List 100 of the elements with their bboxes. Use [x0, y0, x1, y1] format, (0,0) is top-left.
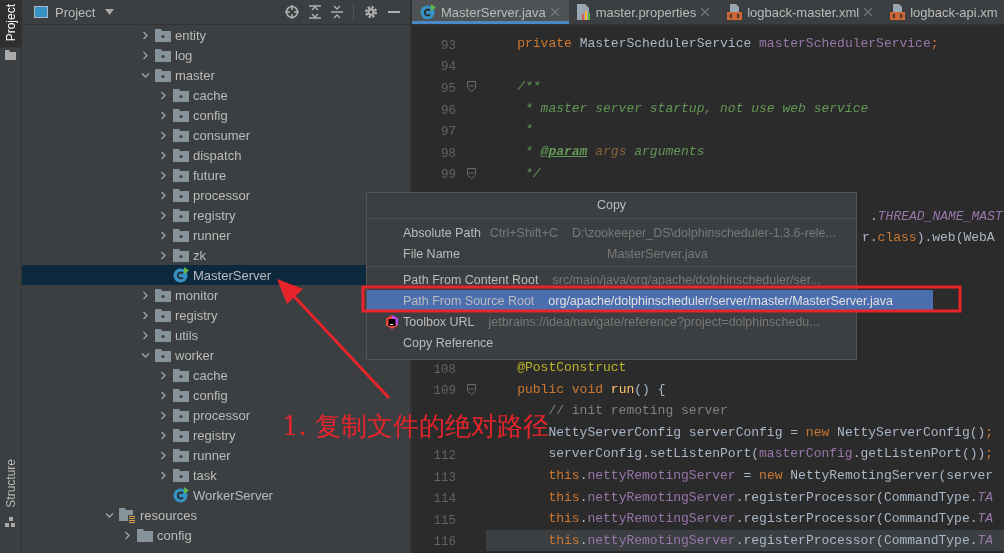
tree-item[interactable]: registry: [155, 307, 218, 323]
fold-marker-icon[interactable]: [466, 167, 476, 179]
chevron-right-icon[interactable]: [158, 170, 169, 180]
chevron-right-icon[interactable]: [140, 30, 151, 40]
close-icon[interactable]: [701, 8, 710, 16]
tree-item[interactable]: MasterServer: [173, 267, 272, 283]
tree-item[interactable]: dispatch: [173, 147, 242, 163]
chevron-right-icon[interactable]: [158, 210, 169, 220]
crosshair-icon[interactable]: [285, 5, 299, 19]
chevron-right-icon[interactable]: [140, 290, 151, 300]
tree-item[interactable]: consumer: [173, 127, 251, 143]
chevron-down-icon[interactable]: [140, 70, 151, 80]
tree-item[interactable]: config: [173, 387, 228, 403]
tree-item[interactable]: worker: [155, 347, 214, 363]
annotation-text: 1. 复制文件的绝对路径: [282, 411, 550, 443]
menu-item[interactable]: Path From Content Root src/main/java/org/apache/dolphinscheduler/ser...: [367, 269, 856, 290]
tree-item[interactable]: utils: [155, 327, 199, 343]
code-line: this.nettyRemotingServer.registerProcessor(CommandType.TA: [548, 510, 994, 529]
tree-item[interactable]: runner: [173, 447, 231, 463]
chevron-right-icon[interactable]: [158, 230, 169, 240]
package-folder-icon: [173, 428, 189, 442]
tree-item[interactable]: entity: [155, 27, 207, 43]
editor-tab[interactable]: master.properties: [568, 0, 720, 24]
tree-item[interactable]: zk: [173, 247, 206, 263]
tree-item[interactable]: config: [173, 107, 228, 123]
tree-item[interactable]: task: [173, 467, 217, 483]
class-icon: [173, 267, 189, 283]
package-folder-icon: [173, 148, 189, 162]
code-line: .THREAD_NAME_MAST: [870, 207, 1003, 226]
window-icon: [34, 6, 48, 18]
line-number: 113: [433, 470, 456, 485]
chevron-right-icon[interactable]: [158, 370, 169, 380]
class-icon: [420, 4, 436, 20]
tree-item[interactable]: master: [155, 67, 215, 83]
chevron-right-icon[interactable]: [158, 90, 169, 100]
tree-item[interactable]: registry: [173, 207, 236, 223]
tree-item[interactable]: cache: [173, 87, 228, 103]
settings-icon[interactable]: [364, 5, 378, 19]
fold-marker-icon[interactable]: [466, 383, 476, 395]
editor-tab[interactable]: logback-master.xml: [719, 0, 883, 24]
menu-item[interactable]: Path From Source Root org/apache/dolphinscheduler/server/master/MasterServer.java: [367, 290, 933, 311]
chevron-right-icon[interactable]: [158, 430, 169, 440]
tree-item[interactable]: processor: [173, 407, 251, 423]
chevron-right-icon[interactable]: [158, 470, 169, 480]
close-icon[interactable]: [864, 8, 873, 16]
chevron-right-icon[interactable]: [140, 50, 151, 60]
menu-item[interactable]: Absolute Path Ctrl+Shift+C D:\zookeeper_DS\dolphinscheduler-1.3.6-rele...: [367, 222, 856, 243]
chevron-right-icon[interactable]: [140, 310, 151, 320]
chevron-right-icon[interactable]: [158, 190, 169, 200]
tree-item[interactable]: log: [155, 47, 193, 63]
chevron-right-icon[interactable]: [158, 130, 169, 140]
minimize-icon[interactable]: [388, 10, 400, 14]
tree-item[interactable]: config: [137, 527, 192, 543]
package-folder-icon: [173, 388, 189, 402]
menu-item[interactable]: Toolbox URL jetbrains://idea/navigate/reference?project=dolphinschedu...: [367, 311, 856, 332]
line-number: 93: [441, 38, 456, 53]
package-folder-icon: [155, 28, 171, 42]
menu-item[interactable]: Copy Reference: [367, 332, 856, 353]
code-line: this.nettyRemotingServer = new NettyRemotingServer(server: [548, 466, 994, 485]
fold-marker-icon[interactable]: [466, 81, 476, 93]
chevron-right-icon[interactable]: [158, 110, 169, 120]
properties-file-icon: [576, 4, 591, 20]
tree-item[interactable]: WorkerServer: [173, 487, 273, 503]
tree-item[interactable]: runner: [173, 227, 231, 243]
package-folder-icon: [173, 208, 189, 222]
editor-tab[interactable]: MasterServer.java: [412, 0, 569, 24]
collapse-all-icon[interactable]: [331, 5, 343, 19]
chevron-right-icon[interactable]: [122, 530, 133, 540]
line-number: 109: [433, 384, 456, 399]
chevron-right-icon[interactable]: [158, 390, 169, 400]
tree-item[interactable]: processor: [173, 187, 251, 203]
folder-icon[interactable]: [5, 50, 16, 61]
structure-side-tab[interactable]: Structure: [3, 455, 18, 514]
project-side-tab[interactable]: Project: [0, 0, 21, 48]
chevron-right-icon[interactable]: [158, 450, 169, 460]
menu-item[interactable]: File Name MasterServer.java: [367, 243, 856, 264]
dropdown-caret-icon[interactable]: [105, 9, 115, 15]
tree-item[interactable]: monitor: [155, 287, 219, 303]
package-folder-icon: [155, 68, 171, 82]
close-icon[interactable]: [550, 8, 559, 16]
code-line: @PostConstruct: [517, 358, 627, 377]
line-number: 95: [441, 82, 456, 96]
line-number: 114: [433, 492, 456, 507]
chevron-down-icon[interactable]: [104, 510, 115, 520]
package-folder-icon: [173, 468, 189, 482]
chevron-down-icon[interactable]: [140, 350, 151, 360]
editor-tab[interactable]: logback-api.xm: [882, 0, 1004, 24]
chevron-right-icon[interactable]: [140, 330, 151, 340]
structure-icon[interactable]: [5, 517, 16, 528]
chevron-right-icon[interactable]: [158, 150, 169, 160]
expand-all-icon[interactable]: [309, 5, 321, 19]
tree-item[interactable]: cache: [173, 367, 228, 383]
tree-item[interactable]: future: [173, 167, 227, 183]
package-folder-icon: [155, 328, 171, 342]
panel-title[interactable]: Project: [55, 4, 96, 20]
tree-item[interactable]: registry: [173, 427, 236, 443]
chevron-right-icon[interactable]: [158, 250, 169, 260]
package-folder-icon: [173, 448, 189, 462]
tree-item[interactable]: resources: [119, 507, 198, 523]
chevron-right-icon[interactable]: [158, 410, 169, 420]
